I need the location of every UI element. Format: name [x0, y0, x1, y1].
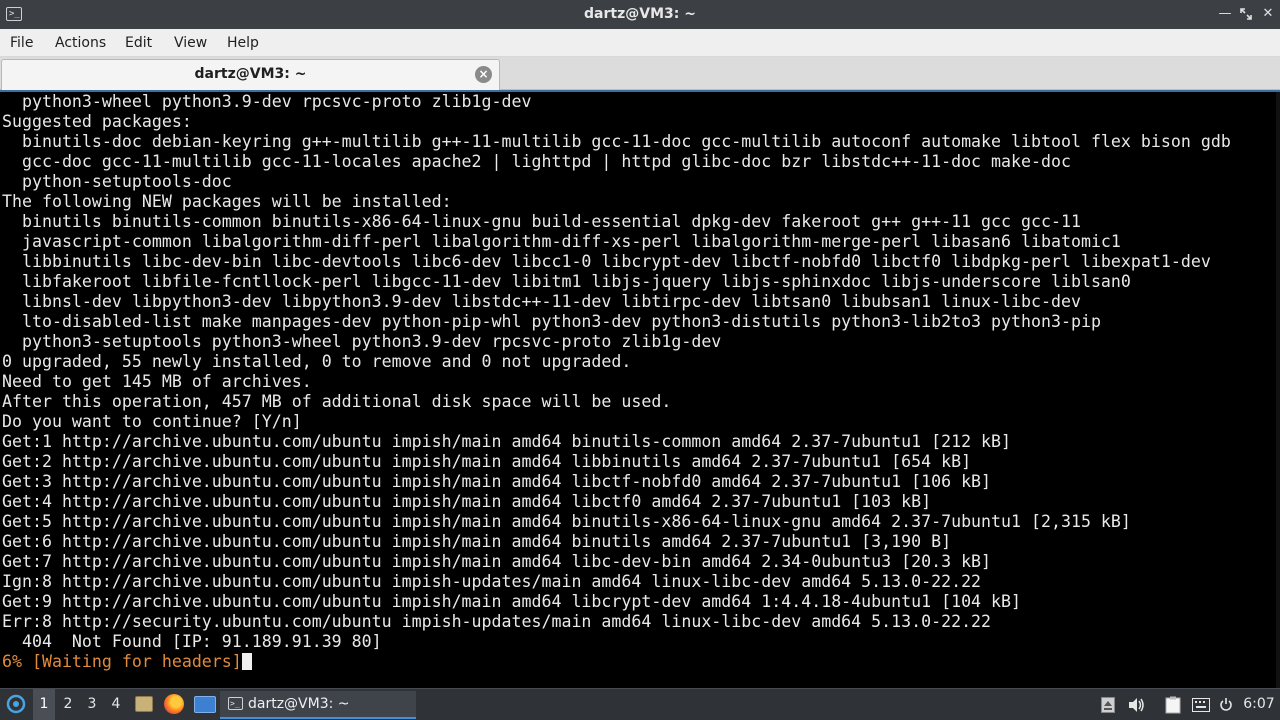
- terminal-line: python3-setuptools python3-wheel python3…: [2, 332, 722, 351]
- terminal-line: Get:6 http://archive.ubuntu.com/ubuntu i…: [2, 532, 952, 551]
- title-bar[interactable]: >_ dartz@VM3: ~ — ✕: [0, 0, 1280, 29]
- terminal-line: libnsl-dev libpython3-dev libpython3.9-d…: [2, 292, 1081, 311]
- terminal-output[interactable]: python3-wheel python3.9-dev rpcsvc-proto…: [0, 90, 1280, 688]
- terminal-line: Get:9 http://archive.ubuntu.com/ubuntu i…: [2, 592, 1022, 611]
- terminal-icon: >_: [228, 697, 243, 710]
- power-icon[interactable]: [1218, 689, 1234, 720]
- terminal-line: libbinutils libc-dev-bin libc-devtools l…: [2, 252, 1211, 271]
- desktop-icon[interactable]: [194, 696, 216, 713]
- clipboard-icon[interactable]: [1163, 689, 1183, 720]
- terminal-line: Need to get 145 MB of archives.: [2, 372, 312, 391]
- workspace-4[interactable]: 4: [105, 689, 127, 720]
- eject-icon[interactable]: [1098, 689, 1118, 720]
- terminal-line: python3-wheel python3.9-dev rpcsvc-proto…: [2, 92, 532, 111]
- firefox-icon[interactable]: [164, 694, 184, 714]
- terminal-line: binutils-doc debian-keyring g++-multilib…: [2, 132, 1231, 151]
- close-icon[interactable]: ✕: [1258, 4, 1278, 24]
- terminal-line: The following NEW packages will be insta…: [2, 192, 452, 211]
- minimize-icon[interactable]: —: [1215, 4, 1235, 24]
- workspace-2[interactable]: 2: [57, 689, 79, 720]
- start-menu-icon[interactable]: [4, 689, 28, 720]
- terminal-line: lto-disabled-list make manpages-dev pyth…: [2, 312, 1101, 331]
- text-cursor: [241, 653, 252, 670]
- terminal-line: Get:1 http://archive.ubuntu.com/ubuntu i…: [2, 432, 1012, 451]
- terminal-line: Err:8 http://security.ubuntu.com/ubuntu …: [2, 612, 992, 631]
- terminal-line: Get:5 http://archive.ubuntu.com/ubuntu i…: [2, 512, 1131, 531]
- terminal-scrollbar[interactable]: [1276, 92, 1280, 688]
- maximize-icon[interactable]: [1236, 4, 1256, 24]
- taskbar: 1 2 3 4 >_ dartz@VM3: ~ 6:07: [0, 688, 1280, 720]
- clock[interactable]: 6:07: [1240, 689, 1278, 720]
- terminal-line: gcc-doc gcc-11-multilib gcc-11-locales a…: [2, 152, 1071, 171]
- terminal-line: javascript-common libalgorithm-diff-perl…: [2, 232, 1121, 251]
- keyboard-icon[interactable]: [1190, 689, 1212, 720]
- terminal-line: Get:3 http://archive.ubuntu.com/ubuntu i…: [2, 472, 992, 491]
- tab-bar: dartz@VM3: ~ ×: [0, 57, 1280, 90]
- menu-edit[interactable]: Edit: [123, 29, 154, 57]
- files-icon[interactable]: [135, 696, 153, 712]
- progress-text: 6% [Waiting for headers]: [2, 652, 242, 671]
- menu-help[interactable]: Help: [225, 29, 261, 57]
- menu-actions[interactable]: Actions: [53, 29, 108, 57]
- terminal-line: 0 upgraded, 55 newly installed, 0 to rem…: [2, 352, 632, 371]
- workspace-1[interactable]: 1: [33, 689, 55, 720]
- taskbar-window-label: dartz@VM3: ~: [248, 696, 350, 712]
- workspace-3[interactable]: 3: [81, 689, 103, 720]
- menu-view[interactable]: View: [172, 29, 209, 57]
- terminal-line: Ign:8 http://archive.ubuntu.com/ubuntu i…: [2, 572, 982, 591]
- terminal-tab[interactable]: dartz@VM3: ~ ×: [1, 59, 500, 90]
- terminal-line: Get:7 http://archive.ubuntu.com/ubuntu i…: [2, 552, 992, 571]
- terminal-line: Get:2 http://archive.ubuntu.com/ubuntu i…: [2, 452, 972, 471]
- terminal-line: Do you want to continue? [Y/n]: [2, 412, 302, 431]
- terminal-line: Get:4 http://archive.ubuntu.com/ubuntu i…: [2, 492, 932, 511]
- volume-icon[interactable]: [1126, 689, 1148, 720]
- menu-bar: File Actions Edit View Help: [0, 29, 1280, 57]
- tab-label: dartz@VM3: ~: [194, 66, 307, 82]
- terminal-line: binutils binutils-common binutils-x86-64…: [2, 212, 1081, 231]
- tab-close-icon[interactable]: ×: [475, 66, 492, 83]
- terminal-line: Suggested packages:: [2, 112, 192, 131]
- taskbar-window-terminal[interactable]: >_ dartz@VM3: ~: [220, 691, 416, 719]
- terminal-line: libfakeroot libfile-fcntllock-perl libgc…: [2, 272, 1131, 291]
- menu-file[interactable]: File: [8, 29, 35, 57]
- window-title: dartz@VM3: ~: [584, 6, 696, 22]
- terminal-line: 404 Not Found [IP: 91.189.91.39 80]: [2, 632, 382, 651]
- terminal-line: After this operation, 457 MB of addition…: [2, 392, 672, 411]
- progress-line: 6% [Waiting for headers]: [2, 652, 252, 672]
- terminal-line: python-setuptools-doc: [2, 172, 232, 191]
